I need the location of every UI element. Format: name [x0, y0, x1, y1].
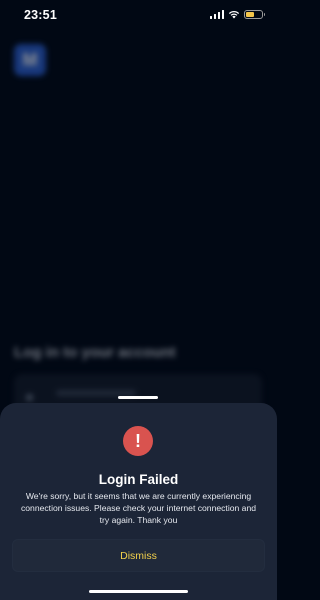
wifi-icon — [228, 10, 240, 19]
home-indicator — [89, 590, 188, 593]
login-failed-sheet: ! Login Failed We're sorry, but it seems… — [0, 403, 277, 600]
status-time: 23:51 — [24, 8, 57, 22]
sheet-grab-handle[interactable] — [118, 396, 158, 399]
alert-message: We're sorry, but it seems that we are cu… — [20, 491, 257, 526]
status-bar: 23:51 — [0, 0, 277, 30]
dismiss-button[interactable]: Dismiss — [12, 539, 265, 572]
battery-icon — [244, 10, 265, 19]
login-heading: Log in to your account — [14, 344, 176, 361]
app-screen: 23:51 M Log in to your account ! Login F… — [0, 0, 277, 600]
field-icon — [26, 394, 33, 401]
status-icons — [209, 10, 265, 19]
alert-title: Login Failed — [98, 472, 179, 487]
cellular-signal-icon — [209, 10, 224, 19]
app-logo: M — [14, 44, 46, 76]
exclamation-icon: ! — [123, 426, 153, 456]
